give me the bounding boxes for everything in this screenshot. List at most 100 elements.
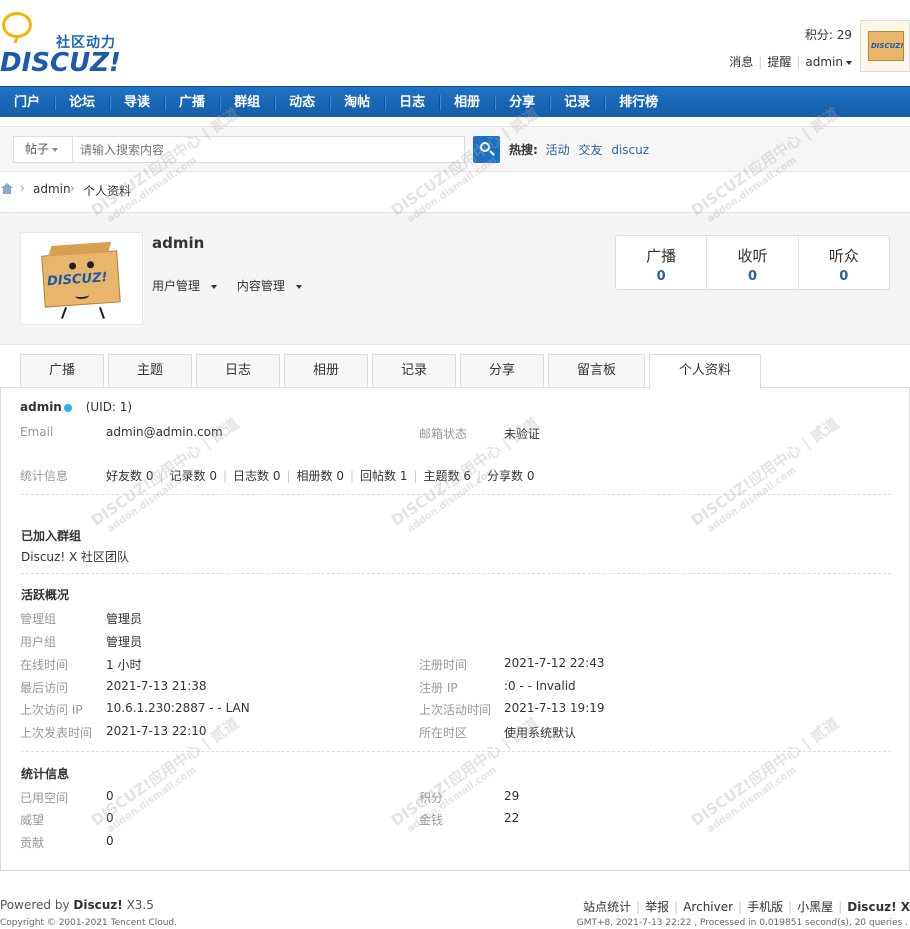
tab-wall[interactable]: 留言板: [548, 354, 645, 387]
tab-doing[interactable]: 记录: [372, 354, 456, 387]
content-manage-menu[interactable]: 内容管理: [237, 279, 310, 293]
search-button[interactable]: [473, 136, 500, 163]
user-manage-menu[interactable]: 用户管理: [152, 279, 225, 293]
reg-time-label: 注册时间: [419, 658, 468, 672]
share-count-link[interactable]: 分享数 0: [487, 469, 534, 483]
nav-item-collections[interactable]: 淘帖: [330, 95, 386, 110]
email-label: Email: [20, 425, 54, 439]
footer-mobile-link[interactable]: 手机版: [747, 900, 783, 914]
stat-value: 0: [747, 269, 758, 284]
credits-display[interactable]: 积分: 29: [805, 26, 852, 43]
reg-ip-label: 注册 IP: [419, 681, 458, 695]
divider: [21, 494, 891, 495]
breadcrumb-user-link[interactable]: admin: [33, 182, 71, 196]
user-menu-link[interactable]: admin: [805, 55, 852, 69]
footer-report-link[interactable]: 举报: [645, 900, 669, 914]
footer-stats-link[interactable]: 站点统计: [583, 900, 631, 914]
chevron-down-icon: [846, 60, 852, 65]
timezone-value: 使用系统默认: [504, 726, 577, 740]
last-ip-value: 10.6.1.230:2887 - - LAN: [106, 701, 250, 715]
mail-status-label: 邮箱状态: [419, 427, 468, 441]
notifications-link[interactable]: 提醒: [767, 55, 791, 69]
search-type-select[interactable]: 帖子: [13, 136, 72, 163]
home-icon[interactable]: [1, 183, 13, 194]
hot-search-link[interactable]: 活动: [546, 143, 570, 157]
main-nav: 门户 论坛 导读 广播 群组 动态 淘帖 日志 相册 分享 记录 排行榜: [0, 86, 910, 117]
powered-version: X3.5: [126, 898, 154, 912]
stat-value: 0: [656, 269, 666, 284]
profile-avatar[interactable]: DISCUZ!: [20, 232, 143, 325]
messages-link[interactable]: 消息: [729, 55, 753, 69]
doing-count-link[interactable]: 记录数 0: [170, 469, 217, 483]
nav-item-forum[interactable]: 论坛: [55, 95, 111, 110]
stats-info-label: 统计信息: [20, 469, 69, 483]
nav-item-broadcast[interactable]: 广播: [165, 95, 221, 110]
hot-search: 热搜: 活动 交友 discuz: [509, 141, 654, 158]
online-time-label: 在线时间: [20, 658, 69, 672]
admin-group-value[interactable]: 管理员: [106, 610, 142, 627]
space-label: 已用空间: [20, 791, 69, 805]
group-link[interactable]: Discuz! X 社区团队: [21, 548, 129, 565]
nav-item-portal[interactable]: 门户: [0, 95, 56, 110]
nav-item-guide[interactable]: 导读: [110, 95, 166, 110]
breadcrumb: › admin › 个人资料: [0, 181, 200, 198]
site-logo[interactable]: 社区动力 DISCUZ!: [0, 10, 140, 78]
contrib-label: 贡献: [20, 836, 45, 850]
nav-item-share[interactable]: 分享: [495, 95, 551, 110]
online-status-icon: [63, 403, 72, 412]
avatar[interactable]: DISCUZ!: [860, 20, 910, 72]
nav-item-ranklist[interactable]: 排行榜: [605, 95, 672, 110]
groups-title: 已加入群组: [21, 529, 82, 543]
hot-search-link[interactable]: 交友: [578, 143, 602, 157]
mascot-mouth: [74, 291, 90, 300]
count-list: 好友数 0 | 记录数 0 | 日志数 0 | 相册数 0 | 回帖数 1 | 主题数 6 | 分享数 …: [106, 469, 535, 483]
stat-following[interactable]: 收听 0: [707, 236, 799, 289]
breadcrumb-current: 个人资料: [83, 184, 132, 198]
last-visit-value: 2021-7-13 21:38: [106, 679, 207, 693]
thread-count-link[interactable]: 主题数 6: [424, 469, 471, 483]
profile-menus: 用户管理 内容管理: [152, 277, 318, 294]
logo-bubble-icon: [2, 12, 32, 38]
discuz-box-avatar-icon: DISCUZ!: [868, 31, 904, 61]
blog-count-link[interactable]: 日志数 0: [233, 469, 280, 483]
album-count-link[interactable]: 相册数 0: [297, 469, 344, 483]
tab-album[interactable]: 相册: [284, 354, 368, 387]
discuz-box-mascot-icon: DISCUZ!: [41, 250, 121, 308]
friends-count-link[interactable]: 好友数 0: [106, 469, 153, 483]
nav-item-album[interactable]: 相册: [440, 95, 496, 110]
money-label: 金钱: [419, 813, 444, 827]
footer-discuz-link[interactable]: Discuz! X: [847, 900, 910, 914]
nav-item-blog[interactable]: 日志: [385, 95, 441, 110]
search-input[interactable]: [72, 136, 465, 163]
stat-broadcast[interactable]: 广播 0: [616, 236, 708, 289]
profile-stats: 广播 0 收听 0 听众 0: [615, 235, 890, 290]
nav-item-feed[interactable]: 动态: [275, 95, 331, 110]
footer-blacklist-link[interactable]: 小黑屋: [797, 900, 833, 914]
powered-brand-link[interactable]: Discuz!: [73, 898, 122, 912]
tab-share[interactable]: 分享: [460, 354, 544, 387]
avatar-logo-text: DISCUZ!: [871, 42, 904, 50]
user-group-value[interactable]: 管理员: [106, 633, 142, 650]
uid-label: (UID: 1): [85, 400, 133, 414]
nav-item-groups[interactable]: 群组: [220, 95, 276, 110]
nav-item-doing[interactable]: 记录: [550, 95, 606, 110]
profile-name: admin: [152, 234, 205, 252]
tab-blog[interactable]: 日志: [196, 354, 280, 387]
logo-en-text: DISCUZ!: [0, 48, 121, 78]
last-active-label: 上次活动时间: [419, 703, 492, 717]
last-visit-label: 最后访问: [20, 681, 69, 695]
divider: [21, 751, 891, 752]
stat-followers[interactable]: 听众 0: [799, 236, 889, 289]
tab-threads[interactable]: 主题: [108, 354, 192, 387]
chevron-down-icon: [211, 284, 218, 289]
hot-search-link[interactable]: discuz: [611, 143, 649, 157]
divider: [21, 573, 891, 574]
activity-title: 活跃概况: [21, 588, 70, 602]
mascot-leg: [61, 307, 67, 319]
tab-profile[interactable]: 个人资料: [649, 354, 761, 389]
footer-archiver-link[interactable]: Archiver: [683, 900, 733, 914]
profile-header: DISCUZ! admin 用户管理 内容管理 广播 0 收听 0 听众 0: [0, 212, 910, 345]
reply-count-link[interactable]: 回帖数 1: [360, 469, 407, 483]
tab-broadcast[interactable]: 广播: [20, 354, 104, 387]
contrib-value: 0: [106, 834, 114, 848]
